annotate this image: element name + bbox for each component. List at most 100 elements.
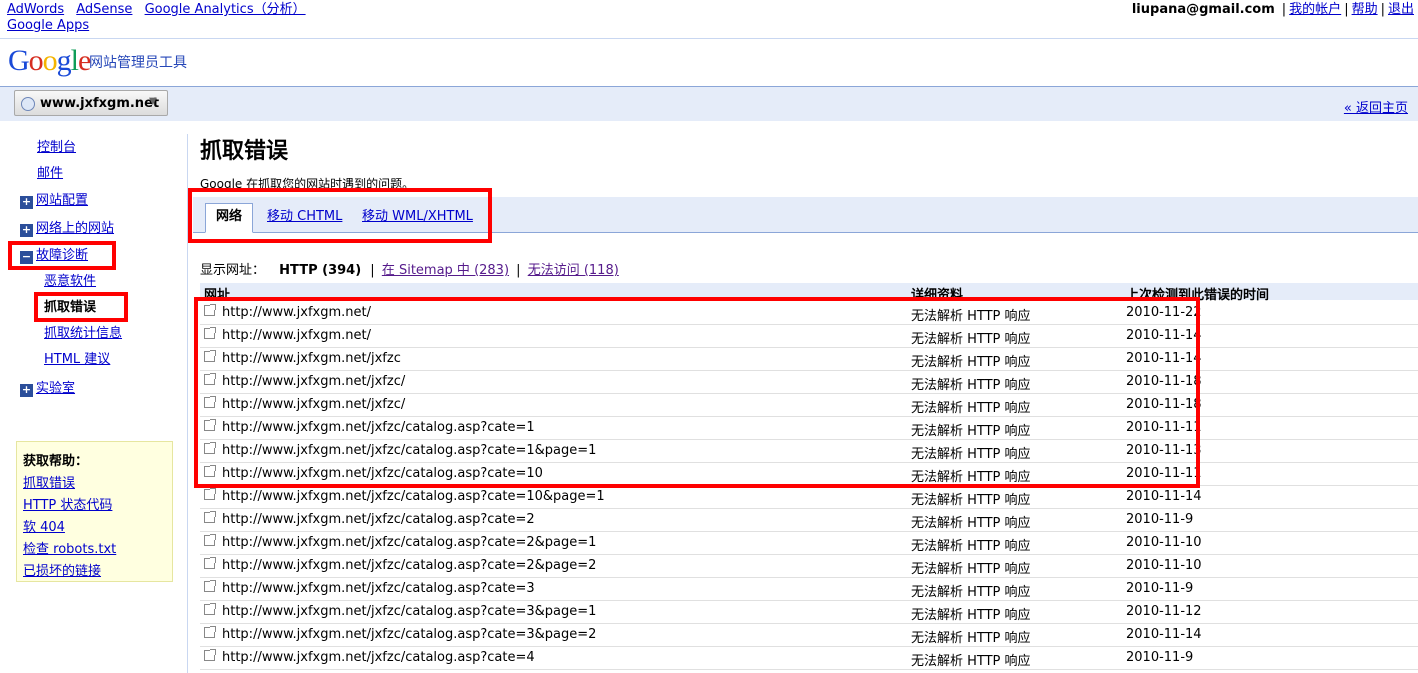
row-date: 2010-11-22 [1126,305,1202,320]
table-row: http://www.jxfxgm.net/jxfzc/无法解析 HTTP 响应… [200,370,1418,394]
plus-icon[interactable]: + [20,224,33,237]
sidebar-item-label[interactable]: 故障诊断 [36,248,88,263]
sidebar-item-label[interactable]: 网站配置 [36,193,88,208]
row-detail: 无法解析 HTTP 响应 [911,654,1031,669]
filter-label: 显示网址： [200,263,266,278]
row-url: http://www.jxfxgm.net/jxfzc/catalog.asp?… [222,466,543,481]
external-link-icon[interactable] [204,350,216,362]
row-date: 2010-11-14 [1126,489,1202,504]
tab-web[interactable]: 网络 [205,203,254,233]
table-header: 网址 详细资料 上次检测到此错误的时间 [200,283,1418,303]
sidebar-item-crawl-stats[interactable]: 抓取统计信息 [44,326,122,342]
row-date: 2010-11-14 [1126,627,1202,642]
row-url: http://www.jxfxgm.net/ [222,305,371,320]
sidebar-item-crawl-errors[interactable]: 抓取错误 [44,300,96,316]
sidebar-item-site-config[interactable]: + 网站配置 [20,193,88,209]
external-link-icon[interactable] [204,419,216,431]
external-link-icon[interactable] [204,649,216,661]
filter-sitemap-link[interactable]: 在 Sitemap 中 (283) [382,263,509,278]
external-link-icon[interactable] [204,511,216,523]
url-filter: 显示网址： HTTP (394) | 在 Sitemap 中 (283) | 无… [200,263,619,278]
tab-mobile-chtml[interactable]: 移动 CHTML [267,205,342,224]
plus-icon[interactable]: + [20,384,33,397]
sign-out-link[interactable]: 退出 [1388,2,1414,17]
chevron-down-icon: ▼ [149,96,157,107]
row-detail: 无法解析 HTTP 响应 [911,447,1031,462]
external-link-icon[interactable] [204,373,216,385]
filter-http: HTTP (394) [279,263,362,278]
sidebar-item-label[interactable]: 网络上的网站 [36,221,114,236]
row-date: 2010-11-18 [1126,374,1202,389]
site-selector[interactable]: www.jxfxgm.net ▼ [14,90,168,116]
row-date: 2010-11-18 [1126,397,1202,412]
help-link-broken-links[interactable]: 已损坏的链接 [23,560,101,579]
row-detail: 无法解析 HTTP 响应 [911,378,1031,393]
help-title: 获取帮助： [23,454,89,469]
sidebar-item-labs[interactable]: + 实验室 [20,381,75,397]
row-detail: 无法解析 HTTP 响应 [911,470,1031,485]
external-link-icon[interactable] [204,580,216,592]
table-row: http://www.jxfxgm.net/jxfzc/catalog.asp?… [200,439,1418,463]
table-row: http://www.jxfxgm.net/jxfzc/catalog.asp?… [200,416,1418,440]
external-link-icon[interactable] [204,534,216,546]
sidebar-item-dashboard[interactable]: 控制台 [37,140,76,156]
external-link-icon[interactable] [204,603,216,615]
row-detail: 无法解析 HTTP 响应 [911,355,1031,370]
top-link-apps[interactable]: Google Apps [7,18,89,33]
site-name: www.jxfxgm.net [40,96,160,111]
row-url: http://www.jxfxgm.net/ [222,328,371,343]
top-link-adsense[interactable]: AdSense [76,2,132,17]
top-link-analytics[interactable]: Google Analytics（分析） [145,2,306,17]
help-link-http-status[interactable]: HTTP 状态代码 [23,494,112,513]
help-link-soft-404[interactable]: 软 404 [23,516,65,535]
sidebar-item-diagnostics[interactable]: − 故障诊断 [20,248,88,264]
external-link-icon[interactable] [204,442,216,454]
external-link-icon[interactable] [204,465,216,477]
tab-mobile-wml[interactable]: 移动 WML/XHTML [362,205,473,224]
row-detail: 无法解析 HTTP 响应 [911,332,1031,347]
help-link[interactable]: 帮助 [1352,2,1378,17]
row-detail: 无法解析 HTTP 响应 [911,493,1031,508]
row-url: http://www.jxfxgm.net/jxfzc/catalog.asp?… [222,443,597,458]
row-date: 2010-11-9 [1126,650,1194,665]
page-title: 抓取错误 [200,139,289,164]
minus-icon[interactable]: − [20,251,33,264]
help-link-crawl-errors[interactable]: 抓取错误 [23,472,75,491]
row-url: http://www.jxfxgm.net/jxfzc/catalog.asp?… [222,489,605,504]
table-row: http://www.jxfxgm.net/jxfzc/catalog.asp?… [200,531,1418,555]
row-detail: 无法解析 HTTP 响应 [911,309,1031,324]
row-url: http://www.jxfxgm.net/jxfzc/catalog.asp?… [222,604,597,619]
back-home-link[interactable]: « 返回主页 [1344,97,1408,116]
top-product-links: AdWords AdSense Google Analytics（分析） Goo… [7,2,352,34]
filter-unreachable-link[interactable]: 无法访问 (118) [528,263,619,278]
external-link-icon[interactable] [204,396,216,408]
table-row: http://www.jxfxgm.net/jxfzc 无法解析 HTTP 响应 2… [200,347,1418,371]
my-account-link[interactable]: 我的帐户 [1289,2,1341,17]
table-row: http://www.jxfxgm.net/无法解析 HTTP 响应 2010-1… [200,301,1418,325]
tab-bar: 网络 移动 CHTML 移动 WML/XHTML [193,197,1418,233]
external-link-icon[interactable] [204,327,216,339]
external-link-icon[interactable] [204,488,216,500]
table-row: http://www.jxfxgm.net/jxfzc/catalog.asp?… [200,554,1418,578]
row-url: http://www.jxfxgm.net/jxfzc/catalog.asp?… [222,558,597,573]
logo-row: Google 网站管理员工具 [0,40,1418,86]
sidebar-item-html-suggestions[interactable]: HTML 建议 [44,352,110,368]
sidebar-item-label[interactable]: 实验室 [36,381,75,396]
sidebar-item-malware[interactable]: 恶意软件 [44,274,96,290]
sidebar-item-messages[interactable]: 邮件 [37,166,63,182]
user-email: liupana@gmail.com [1131,2,1275,17]
globe-icon [21,97,35,111]
top-link-adwords[interactable]: AdWords [7,2,64,17]
external-link-icon[interactable] [204,557,216,569]
row-detail: 无法解析 HTTP 响应 [911,631,1031,646]
help-link-robots[interactable]: 检查 robots.txt [23,538,116,557]
table-row: http://www.jxfxgm.net/jxfzc/catalog.asp?… [200,646,1418,670]
sidebar-item-on-the-web[interactable]: + 网络上的网站 [20,221,114,237]
table-row: http://www.jxfxgm.net/jxfzc/catalog.asp?… [200,600,1418,624]
row-url: http://www.jxfxgm.net/jxfzc/catalog.asp?… [222,627,597,642]
row-date: 2010-11-9 [1126,581,1194,596]
plus-icon[interactable]: + [20,196,33,209]
external-link-icon[interactable] [204,626,216,638]
external-link-icon[interactable] [204,304,216,316]
google-logo[interactable]: Google [8,44,91,78]
